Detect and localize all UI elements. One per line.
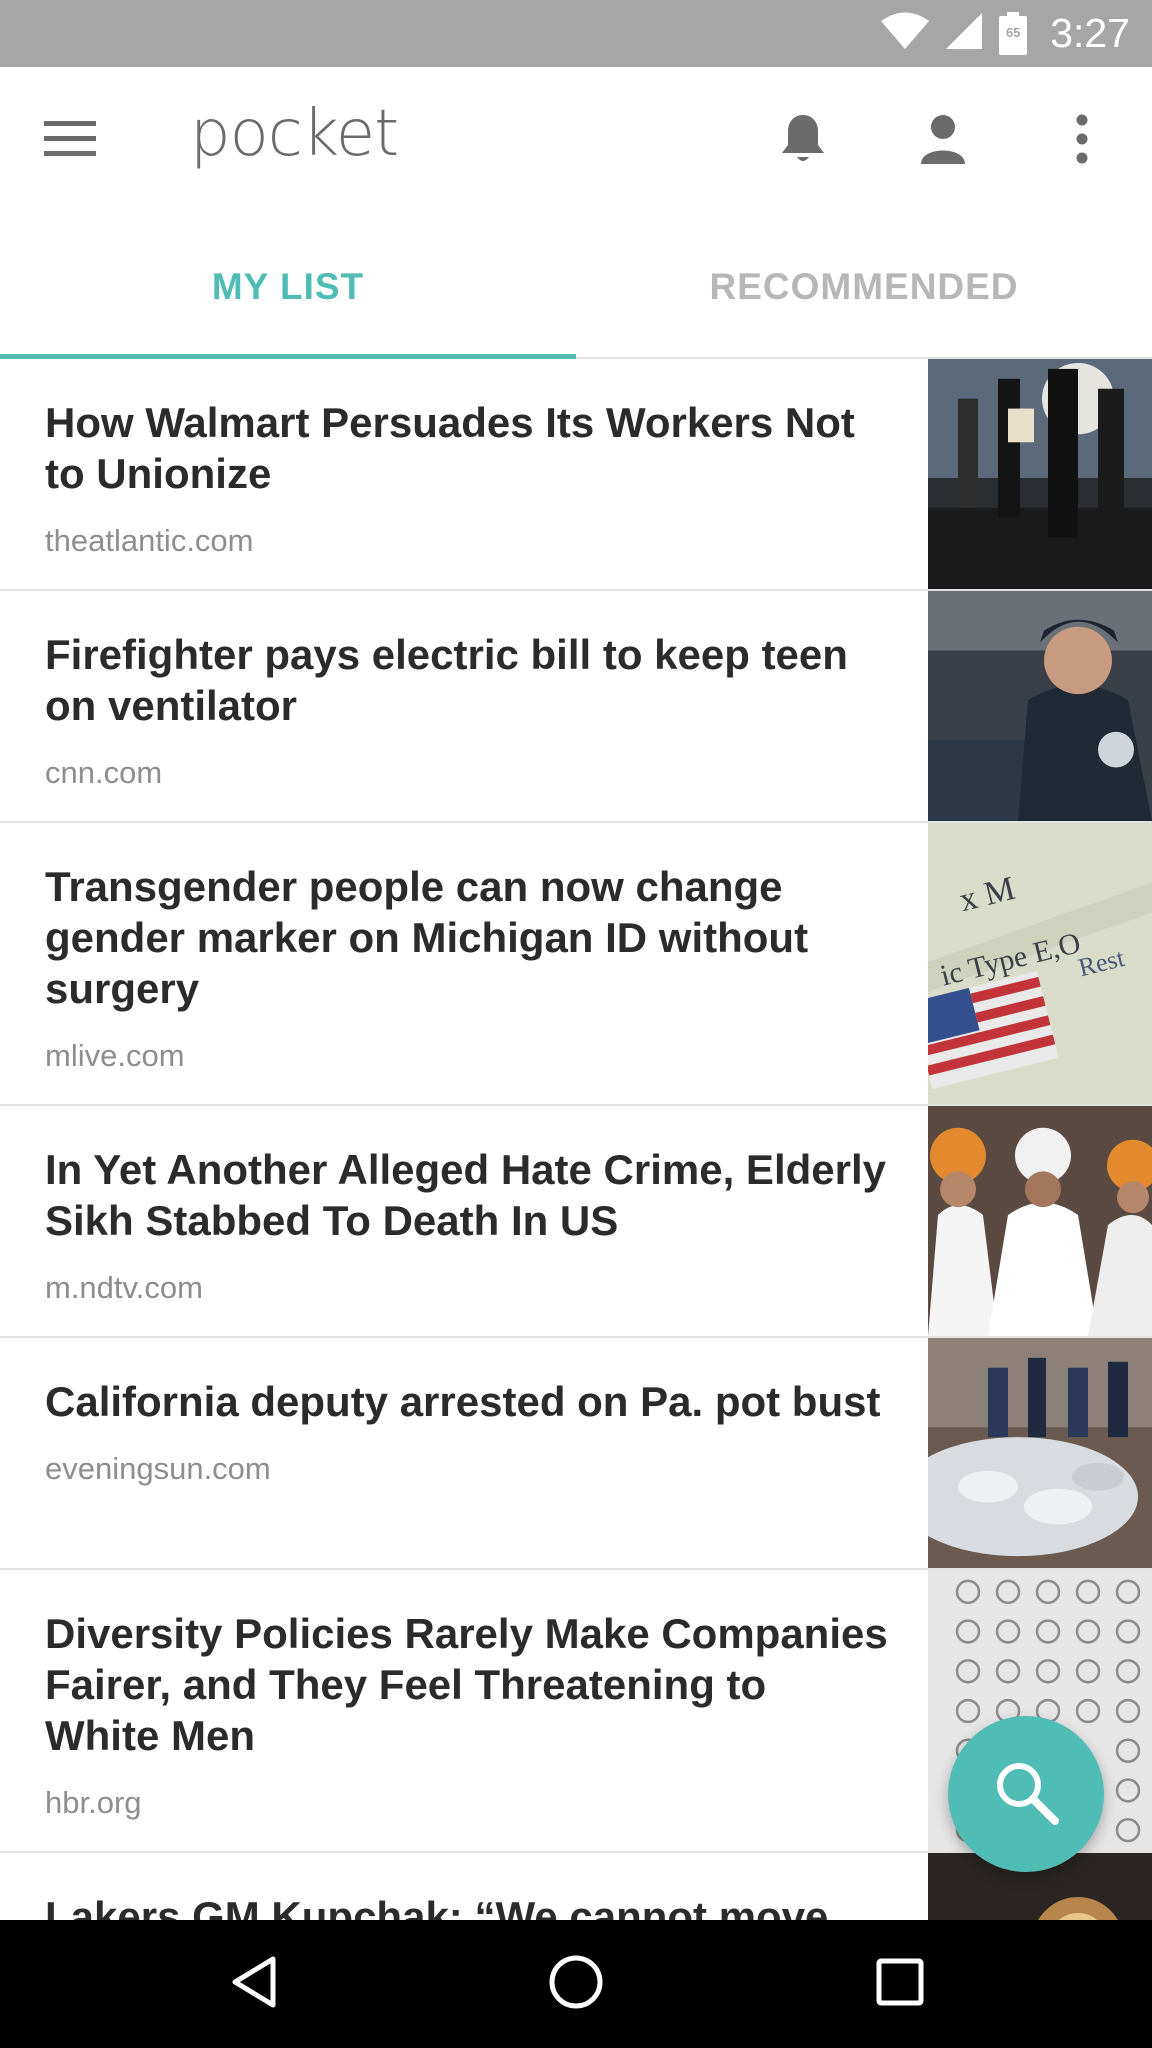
- toolbar: pocket: [0, 67, 1152, 215]
- article-title: Lakers GM Kupchak: “We cannot move: [45, 1893, 829, 1920]
- article-text: Transgender people can now change gender…: [45, 861, 890, 1074]
- article-domain: m.ndtv.com: [45, 1270, 203, 1305]
- article-list: How Walmart Persuades Its Workers Not to…: [0, 359, 1152, 1920]
- recents-button[interactable]: [850, 1944, 950, 2024]
- article-text: Lakers GM Kupchak: “We cannot move: [45, 1891, 890, 1920]
- profile-icon: [921, 114, 965, 169]
- home-icon: [548, 1954, 604, 2015]
- menu-icon: [44, 120, 96, 162]
- notifications-button[interactable]: [765, 103, 841, 179]
- article-domain: hbr.org: [45, 1785, 142, 1820]
- article-title: Diversity Policies Rarely Make Companies…: [45, 1610, 888, 1759]
- battery-icon: 65: [998, 11, 1028, 56]
- article-row[interactable]: California deputy arrested on Pa. pot bu…: [0, 1338, 1152, 1570]
- tab-bar: MY LIST RECOMMENDED: [0, 215, 1152, 359]
- status-time: 3:27: [1050, 10, 1130, 56]
- wifi-icon: [880, 12, 930, 55]
- more-vert-icon: [1075, 114, 1089, 169]
- overflow-menu-button[interactable]: [1044, 103, 1120, 179]
- article-thumbnail: x M ic Type E,O Rest: [928, 823, 1152, 1104]
- article-title: Firefighter pays electric bill to keep t…: [45, 631, 848, 729]
- article-row[interactable]: Transgender people can now change gender…: [0, 823, 1152, 1106]
- article-row[interactable]: Firefighter pays electric bill to keep t…: [0, 591, 1152, 823]
- article-domain: eveningsun.com: [45, 1451, 271, 1486]
- article-text: Diversity Policies Rarely Make Companies…: [45, 1608, 890, 1821]
- menu-button[interactable]: [28, 107, 112, 175]
- search-icon: [993, 1759, 1059, 1830]
- status-bar: 65 3:27: [0, 0, 1152, 67]
- article-title: Transgender people can now change gender…: [45, 863, 809, 1012]
- article-text: California deputy arrested on Pa. pot bu…: [45, 1376, 890, 1487]
- recents-icon: [876, 1958, 924, 2011]
- tab-my-list[interactable]: MY LIST: [0, 215, 576, 359]
- search-fab[interactable]: [948, 1716, 1104, 1872]
- article-title: How Walmart Persuades Its Workers Not to…: [45, 399, 855, 497]
- article-domain: theatlantic.com: [45, 523, 254, 558]
- status-icons: 65 3:27: [880, 0, 1130, 67]
- article-thumbnail: [928, 591, 1152, 821]
- article-domain: mlive.com: [45, 1038, 185, 1073]
- battery-level: 65: [1005, 24, 1021, 40]
- article-row[interactable]: In Yet Another Alleged Hate Crime, Elder…: [0, 1106, 1152, 1338]
- article-row[interactable]: How Walmart Persuades Its Workers Not to…: [0, 359, 1152, 591]
- app-logo: pocket: [190, 97, 399, 171]
- back-button[interactable]: [204, 1944, 304, 2024]
- navigation-bar: [0, 1920, 1152, 2048]
- article-thumbnail: [928, 1106, 1152, 1336]
- article-title: In Yet Another Alleged Hate Crime, Elder…: [45, 1146, 887, 1244]
- home-button[interactable]: [526, 1944, 626, 2024]
- article-thumbnail: [928, 1338, 1152, 1568]
- back-icon: [231, 1956, 277, 2013]
- article-row[interactable]: Lakers GM Kupchak: “We cannot move: [0, 1853, 1152, 1920]
- article-title: California deputy arrested on Pa. pot bu…: [45, 1378, 881, 1425]
- cell-signal-icon: [944, 11, 984, 56]
- bell-icon: [780, 113, 826, 170]
- article-domain: cnn.com: [45, 755, 163, 790]
- article-text: How Walmart Persuades Its Workers Not to…: [45, 397, 890, 559]
- profile-button[interactable]: [905, 103, 981, 179]
- article-text: In Yet Another Alleged Hate Crime, Elder…: [45, 1144, 890, 1306]
- tab-recommended[interactable]: RECOMMENDED: [576, 215, 1152, 359]
- article-text: Firefighter pays electric bill to keep t…: [45, 629, 890, 791]
- article-thumbnail: [928, 359, 1152, 589]
